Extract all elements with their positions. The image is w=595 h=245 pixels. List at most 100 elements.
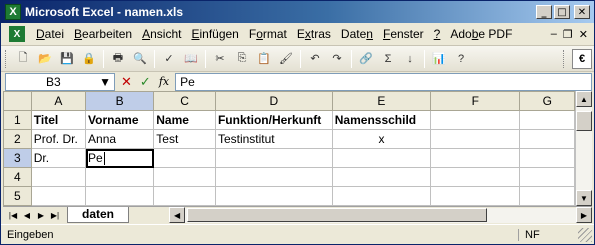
cell-c2[interactable]: Test xyxy=(153,129,216,149)
help-icon[interactable]: ? xyxy=(451,49,471,69)
first-sheet-icon[interactable]: |◀ xyxy=(7,211,19,220)
sheet-tab-daten[interactable]: daten xyxy=(67,207,130,223)
cell-b3[interactable]: Pe xyxy=(85,148,155,168)
cell-e2[interactable]: x xyxy=(331,129,432,149)
cell-e1[interactable]: Namensschild xyxy=(331,110,432,130)
column-header-b[interactable]: B xyxy=(85,91,155,111)
column-header-g[interactable]: G xyxy=(519,91,575,111)
scroll-left-icon[interactable]: ◀ xyxy=(169,207,186,223)
vertical-scroll-thumb[interactable] xyxy=(576,111,592,131)
print-icon[interactable]: 🖶 xyxy=(108,49,128,69)
close-button[interactable]: ✕ xyxy=(574,5,590,19)
menu-item[interactable]: Adobe PDF xyxy=(445,27,517,41)
cell-d2[interactable]: Testinstitut xyxy=(214,129,333,149)
doc-close-icon[interactable]: ✕ xyxy=(579,28,588,41)
open-icon[interactable]: 📂 xyxy=(35,49,55,69)
cell-d3[interactable] xyxy=(214,148,333,168)
cell-c3[interactable] xyxy=(153,148,216,168)
cell-a1[interactable]: Titel xyxy=(30,110,87,130)
toolbar-grip[interactable] xyxy=(5,49,8,68)
new-icon[interactable]: 🗋 xyxy=(13,49,33,69)
cell-e5[interactable] xyxy=(331,186,432,206)
select-all-corner[interactable] xyxy=(3,91,32,111)
scroll-down-icon[interactable]: ▼ xyxy=(576,190,592,206)
insert-function-icon[interactable]: fx xyxy=(159,75,169,88)
hyperlink-icon[interactable]: 🔗 xyxy=(356,49,376,69)
horizontal-scroll-thumb[interactable] xyxy=(187,208,488,222)
title-bar[interactable]: X Microsoft Excel - namen.xls _ □ ✕ xyxy=(1,1,594,23)
cell-f1[interactable] xyxy=(430,110,521,130)
scroll-up-icon[interactable]: ▲ xyxy=(576,91,592,107)
enter-entry-icon[interactable]: ✓ xyxy=(140,74,151,90)
cell-c5[interactable] xyxy=(153,186,216,206)
chevron-down-icon[interactable]: ▼ xyxy=(99,75,111,89)
vertical-scrollbar[interactable]: ▲ ▼ xyxy=(575,91,592,206)
minimize-button[interactable]: _ xyxy=(536,5,552,19)
name-box[interactable]: B3 ▼ xyxy=(5,72,115,91)
workbook-icon[interactable]: X xyxy=(9,26,25,42)
cell-d1[interactable]: Funktion/Herkunft xyxy=(214,110,333,130)
cancel-entry-icon[interactable]: ✕ xyxy=(121,74,132,90)
column-header-e[interactable]: E xyxy=(331,91,432,111)
cell-d4[interactable] xyxy=(214,167,333,187)
redo-icon[interactable]: ↷ xyxy=(327,49,347,69)
menu-item[interactable]: Fenster xyxy=(378,27,429,41)
cell-b5[interactable] xyxy=(85,186,155,206)
row-header-4[interactable]: 4 xyxy=(3,167,32,187)
euro-icon[interactable]: € xyxy=(572,48,592,69)
sort-ascending-icon[interactable]: ↓ xyxy=(400,49,420,69)
horizontal-scrollbar[interactable]: ◀ ▶ xyxy=(169,207,592,223)
cell-g3[interactable] xyxy=(519,148,575,168)
cell-g5[interactable] xyxy=(519,186,575,206)
cell-e4[interactable] xyxy=(331,167,432,187)
cut-icon[interactable]: ✂ xyxy=(210,49,230,69)
cell-f3[interactable] xyxy=(430,148,521,168)
next-sheet-icon[interactable]: ▶ xyxy=(35,211,47,220)
menu-item[interactable]: Extras xyxy=(292,27,336,41)
menu-item[interactable]: ? xyxy=(429,27,446,41)
maximize-button[interactable]: □ xyxy=(554,5,570,19)
format-painter-icon[interactable]: 🖌 xyxy=(276,49,296,69)
menu-item[interactable]: Daten xyxy=(336,27,378,41)
doc-minimize-icon[interactable]: – xyxy=(551,28,557,41)
menu-item[interactable]: Einfügen xyxy=(186,27,243,41)
paste-icon[interactable]: 📋 xyxy=(254,49,274,69)
row-header-2[interactable]: 2 xyxy=(3,129,32,149)
undo-icon[interactable]: ↶ xyxy=(305,49,325,69)
save-icon[interactable]: 💾 xyxy=(57,49,77,69)
last-sheet-icon[interactable]: ▶| xyxy=(49,211,61,220)
autosum-icon[interactable]: Σ xyxy=(378,49,398,69)
row-header-3[interactable]: 3 xyxy=(3,148,32,168)
cell-b2[interactable]: Anna xyxy=(85,129,155,149)
doc-restore-icon[interactable]: ❐ xyxy=(563,28,573,41)
cell-a3[interactable]: Dr. xyxy=(30,148,87,168)
menu-item[interactable]: Ansicht xyxy=(137,27,186,41)
cell-g4[interactable] xyxy=(519,167,575,187)
menu-item[interactable]: Format xyxy=(244,27,292,41)
resize-grip[interactable] xyxy=(578,227,592,242)
print-preview-icon[interactable]: 🔍 xyxy=(130,49,150,69)
row-header-5[interactable]: 5 xyxy=(3,186,32,206)
column-header-c[interactable]: C xyxy=(153,91,216,111)
formula-input[interactable]: Pe xyxy=(175,72,592,91)
spelling-icon[interactable]: ✓ xyxy=(159,49,179,69)
menu-item[interactable]: Datei xyxy=(31,27,69,41)
chart-wizard-icon[interactable]: 📊 xyxy=(429,49,449,69)
toolbar-grip-2[interactable] xyxy=(563,49,566,68)
cell-c1[interactable]: Name xyxy=(153,110,216,130)
permission-icon[interactable]: 🔒 xyxy=(79,49,99,69)
row-header-1[interactable]: 1 xyxy=(3,110,32,130)
scroll-right-icon[interactable]: ▶ xyxy=(576,207,592,223)
excel-app-icon[interactable]: X xyxy=(5,4,21,20)
copy-icon[interactable]: ⎘ xyxy=(232,49,252,69)
column-header-d[interactable]: D xyxy=(214,91,333,111)
prev-sheet-icon[interactable]: ◀ xyxy=(21,211,33,220)
cell-f5[interactable] xyxy=(430,186,521,206)
research-icon[interactable]: 📖 xyxy=(181,49,201,69)
cell-e3[interactable] xyxy=(331,148,432,168)
cell-a5[interactable] xyxy=(30,186,87,206)
cell-b4[interactable] xyxy=(85,167,155,187)
cell-d5[interactable] xyxy=(214,186,333,206)
cell-g1[interactable] xyxy=(519,110,575,130)
column-header-a[interactable]: A xyxy=(30,91,87,111)
